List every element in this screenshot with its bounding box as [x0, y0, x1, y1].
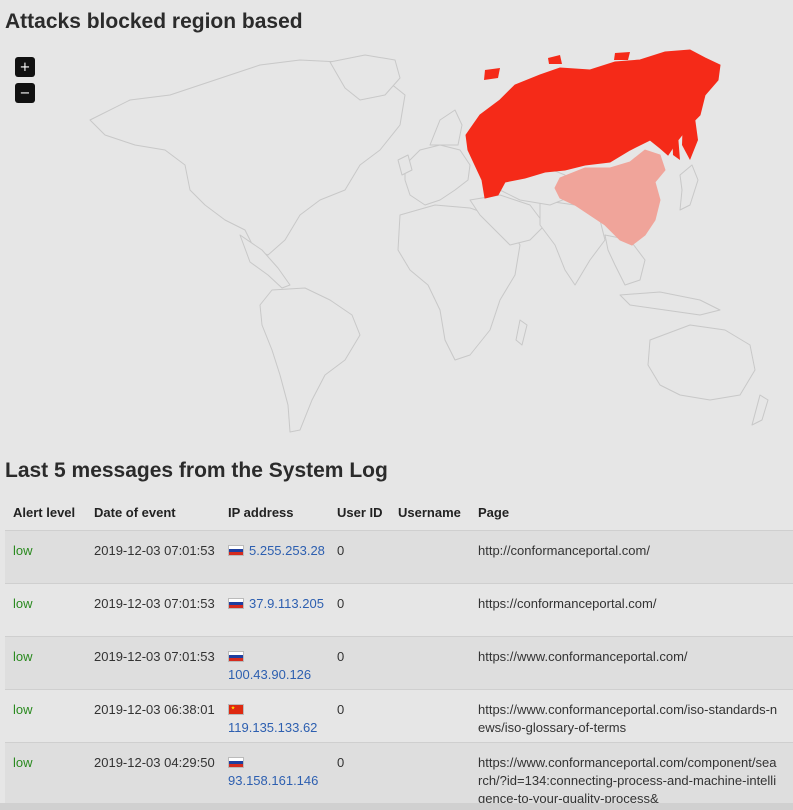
- table-row: low 2019-12-03 07:01:53 100.43.90.126 0 …: [5, 636, 793, 690]
- region-russia-islands-1: [484, 68, 500, 80]
- username-cell: [390, 530, 470, 584]
- user-id-cell: 0: [329, 742, 390, 809]
- system-log-table: Alert level Date of event IP address Use…: [5, 498, 793, 809]
- user-id-cell: 0: [329, 636, 390, 690]
- russia-flag-icon: [228, 544, 244, 556]
- column-header-date: Date of event: [86, 498, 220, 531]
- zoom-in-button[interactable]: +: [15, 57, 35, 77]
- table-row: low 2019-12-03 04:29:50 93.158.161.146 0…: [5, 742, 793, 809]
- user-id-cell: 0: [329, 689, 390, 743]
- ip-address-link[interactable]: 119.135.133.62: [228, 720, 317, 735]
- date-cell: 2019-12-03 06:38:01: [86, 689, 220, 743]
- table-row: low 2019-12-03 06:38:01 119.135.133.62 0…: [5, 689, 793, 743]
- table-body: low 2019-12-03 07:01:53 5.255.253.28 0 h…: [5, 530, 793, 809]
- column-header-ip: IP address: [220, 498, 329, 531]
- region-japan: [679, 164, 699, 211]
- world-map[interactable]: + −: [0, 40, 793, 440]
- world-map-svg[interactable]: [0, 40, 793, 440]
- user-id-cell: 0: [329, 530, 390, 584]
- column-header-user-id: User ID: [329, 498, 390, 531]
- russia-flag-icon: [228, 756, 244, 768]
- alert-level-cell: low: [5, 583, 86, 637]
- region-russia-kamchatka: [682, 115, 698, 160]
- page-cell: https://www.conformanceportal.com/compon…: [470, 742, 793, 809]
- alert-level-cell: low: [5, 689, 86, 743]
- date-cell: 2019-12-03 07:01:53: [86, 583, 220, 637]
- date-cell: 2019-12-03 07:01:53: [86, 636, 220, 690]
- page-cell: https://www.conformanceportal.com/iso-st…: [470, 689, 793, 743]
- russia-flag-icon: [228, 597, 244, 609]
- column-header-page: Page: [470, 498, 793, 531]
- date-cell: 2019-12-03 04:29:50: [86, 742, 220, 809]
- page-cell: http://conformanceportal.com/: [470, 530, 793, 584]
- username-cell: [390, 689, 470, 743]
- region-russia-islands-3: [548, 55, 562, 64]
- ip-address-link[interactable]: 5.255.253.28: [249, 543, 325, 558]
- ip-cell: 37.9.113.205: [220, 583, 329, 637]
- ip-address-link[interactable]: 37.9.113.205: [249, 596, 324, 611]
- region-new-zealand: [751, 394, 769, 426]
- region-south-america: [259, 287, 361, 433]
- ip-address-link[interactable]: 100.43.90.126: [228, 667, 311, 682]
- alert-level-cell: low: [5, 636, 86, 690]
- region-europe: [404, 144, 471, 206]
- table-row: low 2019-12-03 07:01:53 37.9.113.205 0 h…: [5, 583, 793, 637]
- page-cell: https://conformanceportal.com/: [470, 583, 793, 637]
- horizontal-scrollbar[interactable]: [0, 803, 793, 810]
- ip-cell: 100.43.90.126: [220, 636, 329, 690]
- ip-address-link[interactable]: 93.158.161.146: [228, 773, 318, 788]
- date-cell: 2019-12-03 07:01:53: [86, 530, 220, 584]
- russia-flag-icon: [228, 650, 244, 662]
- ip-cell: 5.255.253.28: [220, 530, 329, 584]
- region-madagascar: [515, 319, 528, 346]
- region-scandinavia: [429, 109, 463, 146]
- alert-level-cell: low: [5, 530, 86, 584]
- column-header-alert-level: Alert level: [5, 498, 86, 531]
- table-row: low 2019-12-03 07:01:53 5.255.253.28 0 h…: [5, 530, 793, 584]
- table-header-row: Alert level Date of event IP address Use…: [5, 498, 793, 531]
- ip-cell: 93.158.161.146: [220, 742, 329, 809]
- map-title: Attacks blocked region based: [5, 10, 303, 33]
- column-header-username: Username: [390, 498, 470, 531]
- page-cell: https://www.conformanceportal.com/: [470, 636, 793, 690]
- region-australia: [647, 324, 756, 401]
- username-cell: [390, 742, 470, 809]
- zoom-out-button[interactable]: −: [15, 83, 35, 103]
- username-cell: [390, 583, 470, 637]
- alert-level-cell: low: [5, 742, 86, 809]
- region-russia-islands-2: [614, 52, 630, 60]
- china-flag-icon: [228, 703, 244, 715]
- system-log-title: Last 5 messages from the System Log: [5, 459, 388, 482]
- ip-cell: 119.135.133.62: [220, 689, 329, 743]
- username-cell: [390, 636, 470, 690]
- user-id-cell: 0: [329, 583, 390, 637]
- region-indonesia: [619, 291, 721, 316]
